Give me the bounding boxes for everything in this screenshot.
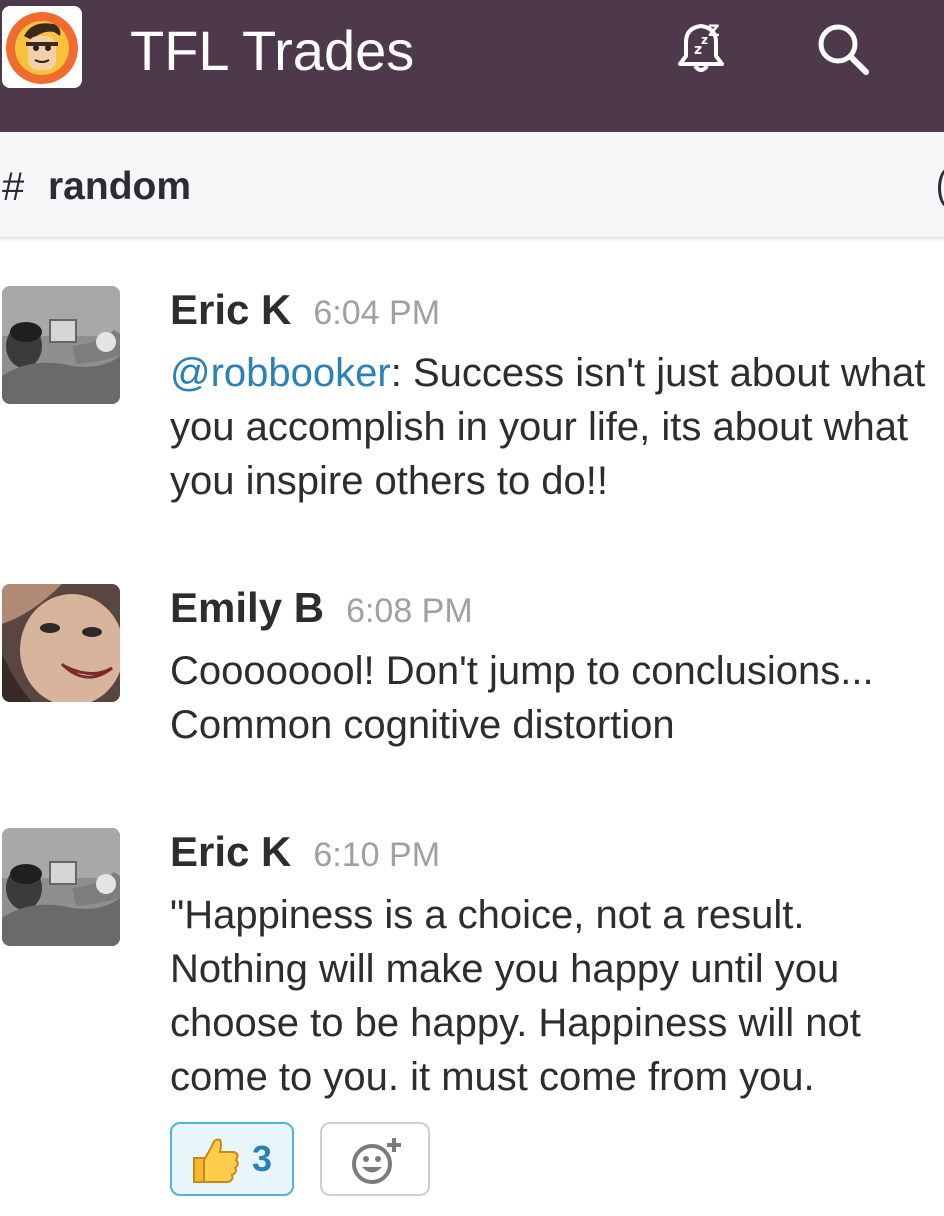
channel-hash-icon: # [2,165,25,209]
message-header: Eric K 6:04 PM [170,286,440,334]
message-text: @robbooker: Success isn't just about wha… [170,346,944,508]
message-item[interactable]: Eric K 6:04 PM @robbooker: Success isn't … [0,286,944,506]
message-header: Emily B 6:08 PM [170,584,473,632]
top-bar: TFL Trades z Z z [0,0,944,132]
reaction-count: 3 [252,1138,273,1179]
message-text: Coooooool! Don't jump to conclusions... … [170,649,874,747]
snooze-bell-icon[interactable]: z Z z [668,14,734,80]
team-name[interactable]: TFL Trades [130,16,414,86]
team-logo-icon[interactable] [2,6,82,88]
avatar[interactable] [2,584,120,702]
channel-info-icon[interactable] [938,168,944,208]
add-reaction-icon [352,1138,401,1184]
message-timestamp: 6:04 PM [313,294,441,332]
thumbs-up-icon [193,1138,239,1183]
author-name[interactable]: Eric K [170,828,291,875]
message-timestamp: 6:10 PM [313,836,441,874]
author-name[interactable]: Emily B [170,584,324,631]
message-item[interactable]: Emily B 6:08 PM Coooooool! Don't jump to … [0,584,944,754]
author-name[interactable]: Eric K [170,286,291,333]
search-icon[interactable] [810,16,876,82]
svg-text:Z: Z [708,21,720,40]
message-header: Eric K 6:10 PM [170,828,440,876]
channel-header[interactable]: # random [0,132,944,238]
svg-text:z: z [701,33,708,47]
user-mention-link[interactable]: @robbooker [170,351,391,395]
thumbs-up-reaction-button[interactable]: 3 [170,1122,294,1196]
message-text: "Happiness is a choice, not a result. No… [170,893,861,1099]
channel-name[interactable]: random [48,162,191,212]
avatar[interactable] [2,286,120,404]
avatar[interactable] [2,828,120,946]
add-reaction-button[interactable] [320,1122,430,1196]
message-item[interactable]: Eric K 6:10 PM "Happiness is a choice, no… [0,828,944,1118]
message-timestamp: 6:08 PM [346,592,473,630]
